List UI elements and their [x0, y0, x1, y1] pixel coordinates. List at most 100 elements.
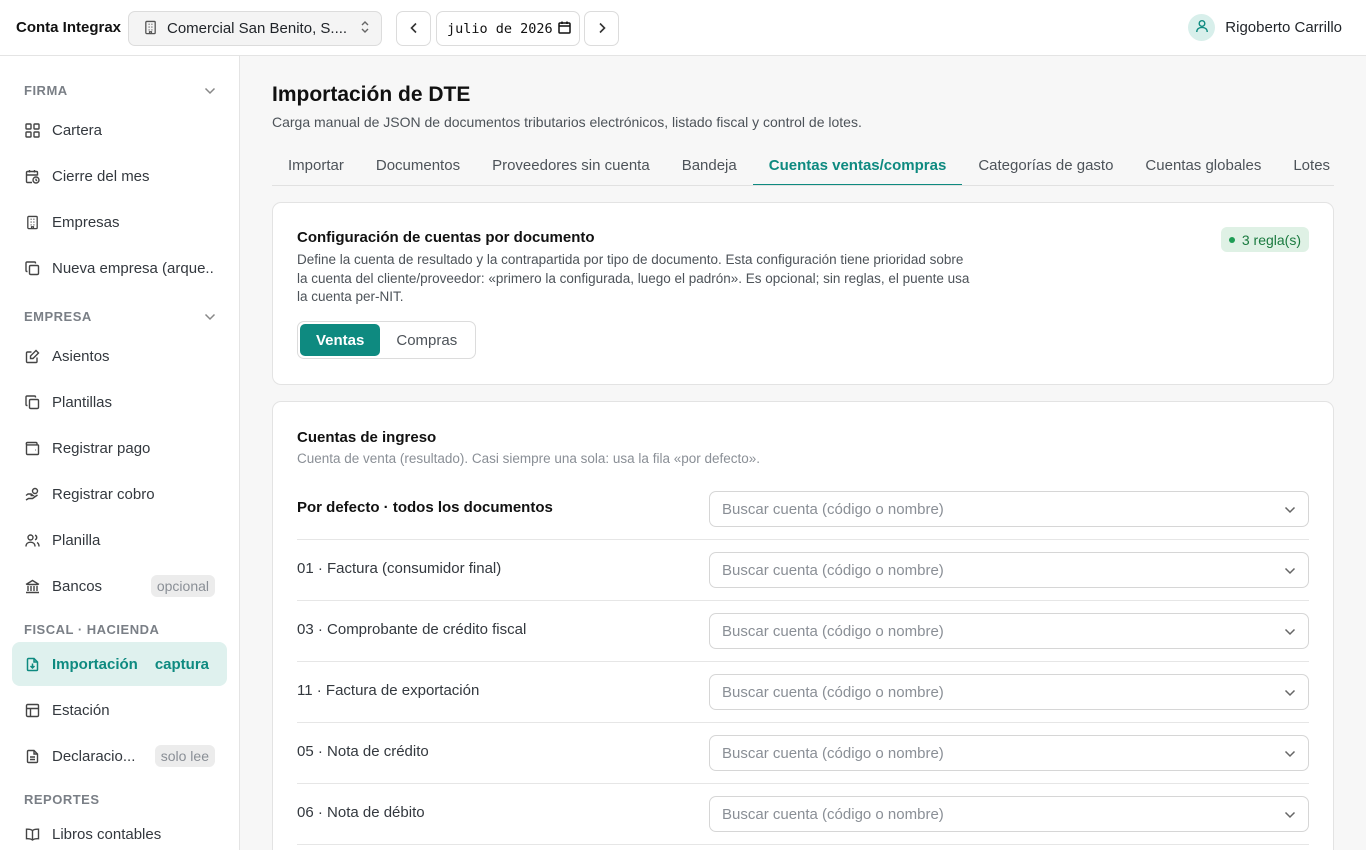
- company-name: Comercial San Benito, S....: [167, 20, 348, 37]
- calendar-clock-icon: [24, 168, 40, 184]
- file-text-icon: [24, 748, 40, 764]
- user-menu[interactable]: Rigoberto Carrillo: [1188, 14, 1342, 41]
- sidebar-item-planilla[interactable]: Planilla: [12, 518, 227, 562]
- next-period-button[interactable]: [584, 11, 619, 46]
- company-selector[interactable]: Comercial San Benito, S....: [128, 11, 382, 46]
- select-placeholder: Buscar cuenta (código o nombre): [722, 500, 944, 518]
- tab-cuentas-globales[interactable]: Cuentas globales: [1129, 150, 1277, 185]
- chevron-down-icon: [204, 309, 216, 324]
- chevron-right-icon: [597, 21, 607, 37]
- account-row: Por defecto · todos los documentos Busca…: [297, 479, 1309, 540]
- chevron-down-icon: [1284, 562, 1296, 578]
- chevron-left-icon: [409, 21, 419, 37]
- account-row: 06 · Nota de débito Buscar cuenta (códig…: [297, 784, 1309, 845]
- period-value: julio de 2026: [447, 20, 553, 37]
- building-icon: [24, 214, 40, 230]
- select-placeholder: Buscar cuenta (código o nombre): [722, 622, 944, 640]
- tab-documentos[interactable]: Documentos: [360, 150, 476, 185]
- sidebar-item-libros-contables[interactable]: Libros contables: [12, 812, 227, 850]
- avatar: [1188, 14, 1216, 41]
- sidebar-item-label: Cartera: [52, 121, 103, 139]
- ventas-segment[interactable]: Ventas: [300, 324, 381, 356]
- sidebar-item-nueva-empresa[interactable]: Nueva empresa (arque...: [12, 246, 227, 290]
- income-card-subtitle: Cuenta de venta (resultado). Casi siempr…: [297, 451, 761, 466]
- rules-count-label: 3 regla(s): [1241, 231, 1301, 248]
- account-row: 01 · Factura (consumidor final) Buscar c…: [297, 540, 1309, 601]
- capture-badge: captura: [154, 655, 209, 673]
- period-date-input[interactable]: julio de 2026: [436, 11, 580, 46]
- select-placeholder: Buscar cuenta (código o nombre): [722, 805, 944, 823]
- row-label: 03 · Comprobante de crédito fiscal: [297, 621, 527, 638]
- sidebar-item-registrar-cobro[interactable]: Registrar cobro: [12, 472, 227, 516]
- chevron-up-down-icon: [359, 20, 371, 37]
- copy-icon: [24, 394, 40, 410]
- page-subtitle: Carga manual de JSON de documentos tribu…: [272, 114, 862, 130]
- wallet-icon: [24, 440, 40, 456]
- file-import-icon: [24, 656, 40, 672]
- sidebar-item-declaraciones[interactable]: Declaracio... solo lee: [12, 734, 227, 778]
- config-card-title: Configuración de cuentas por documento: [297, 229, 595, 246]
- sidebar-item-empresas[interactable]: Empresas: [12, 200, 227, 244]
- page-title: Importación de DTE: [272, 83, 471, 106]
- main-content: Importación de DTE Carga manual de JSON …: [240, 56, 1366, 850]
- sidebar-item-label: Nueva empresa (arque...: [52, 259, 215, 277]
- select-placeholder: Buscar cuenta (código o nombre): [722, 683, 944, 701]
- sidebar-item-importacion[interactable]: Importación captura: [12, 642, 227, 686]
- tab-lotes[interactable]: Lotes: [1277, 150, 1334, 185]
- account-row: 05 · Nota de crédito Buscar cuenta (códi…: [297, 723, 1309, 784]
- sidebar-item-plantillas[interactable]: Plantillas: [12, 380, 227, 424]
- sidebar: FIRMA Cartera Cierre del mes Empresas Nu…: [0, 56, 240, 850]
- sidebar-section-firma[interactable]: FIRMA: [24, 83, 216, 98]
- config-card-description: Define la cuenta de resultado y la contr…: [297, 252, 970, 304]
- chevron-down-icon: [1284, 806, 1296, 822]
- row-label: 06 · Nota de débito: [297, 804, 425, 821]
- tab-categorias-de-gasto[interactable]: Categorías de gasto: [962, 150, 1129, 185]
- edit-doc-icon: [24, 348, 40, 364]
- section-title: REPORTES: [24, 792, 100, 807]
- account-search-select[interactable]: Buscar cuenta (código o nombre): [709, 735, 1309, 771]
- sidebar-item-registrar-pago[interactable]: Registrar pago: [12, 426, 227, 470]
- sidebar-item-label: Bancos: [52, 577, 103, 595]
- section-title: FISCAL · HACIENDA: [24, 622, 160, 637]
- account-row: 03 · Comprobante de crédito fiscal Busca…: [297, 601, 1309, 662]
- sidebar-item-label: Cierre del mes: [52, 167, 150, 185]
- account-search-select[interactable]: Buscar cuenta (código o nombre): [709, 491, 1309, 527]
- chevron-down-icon: [1284, 623, 1296, 639]
- sidebar-section-empresa[interactable]: EMPRESA: [24, 309, 216, 324]
- account-search-select[interactable]: Buscar cuenta (código o nombre): [709, 613, 1309, 649]
- sidebar-item-cartera[interactable]: Cartera: [12, 108, 227, 152]
- tab-proveedores-sin-cuenta[interactable]: Proveedores sin cuenta: [476, 150, 666, 185]
- grid-icon: [24, 122, 40, 138]
- sidebar-item-label: Empresas: [52, 213, 120, 231]
- account-search-select[interactable]: Buscar cuenta (código o nombre): [709, 674, 1309, 710]
- rules-count-badge: 3 regla(s): [1220, 227, 1309, 252]
- account-search-select[interactable]: Buscar cuenta (código o nombre): [709, 796, 1309, 832]
- chevron-down-icon: [204, 83, 216, 98]
- tab-importar[interactable]: Importar: [272, 150, 360, 185]
- sidebar-item-asientos[interactable]: Asientos: [12, 334, 227, 378]
- sidebar-item-label: Libros contables: [52, 825, 162, 843]
- sidebar-item-label: Importación: [52, 655, 138, 673]
- sidebar-item-cierre-del-mes[interactable]: Cierre del mes: [12, 154, 227, 198]
- sales-purchases-toggle: Ventas Compras: [297, 321, 477, 359]
- sidebar-item-label: Planilla: [52, 531, 101, 549]
- select-placeholder: Buscar cuenta (código o nombre): [722, 744, 944, 762]
- book-icon: [24, 826, 40, 842]
- account-search-select[interactable]: Buscar cuenta (código o nombre): [709, 552, 1309, 588]
- sidebar-item-label: Plantillas: [52, 393, 113, 411]
- previous-period-button[interactable]: [396, 11, 431, 46]
- bank-icon: [24, 578, 40, 594]
- tab-bandeja[interactable]: Bandeja: [666, 150, 753, 185]
- sidebar-item-bancos[interactable]: Bancos opcional: [12, 564, 227, 608]
- sidebar-item-estacion[interactable]: Estación: [12, 688, 227, 732]
- tab-cuentas-ventas-compras[interactable]: Cuentas ventas/compras: [752, 150, 963, 185]
- compras-segment[interactable]: Compras: [380, 324, 473, 356]
- row-label: Por defecto · todos los documentos: [297, 499, 553, 516]
- section-title: FIRMA: [24, 83, 68, 98]
- calendar-icon[interactable]: [558, 21, 571, 37]
- section-title: EMPRESA: [24, 309, 92, 324]
- row-label: 05 · Nota de crédito: [297, 743, 429, 760]
- sidebar-section-reportes: REPORTES: [24, 792, 216, 807]
- copy-icon: [24, 260, 40, 276]
- table-icon: [24, 702, 40, 718]
